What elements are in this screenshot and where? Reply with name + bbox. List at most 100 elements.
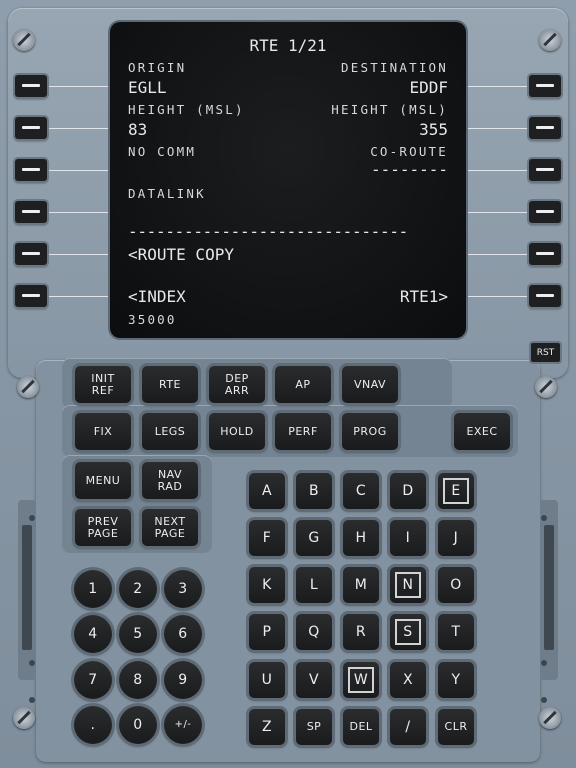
key-f[interactable]: F	[249, 520, 285, 556]
key-label: L	[309, 577, 319, 593]
destination-value: EDDF	[409, 78, 448, 97]
key-e[interactable]: E	[438, 473, 474, 509]
prev-page-key[interactable]: PREV PAGE	[75, 509, 131, 546]
ap-key[interactable]: AP	[275, 366, 331, 403]
key-label: CLR	[444, 720, 468, 733]
rte1-prompt: RTE1>	[399, 287, 448, 306]
key-w[interactable]: W	[343, 662, 379, 698]
lsk-connector-line	[48, 86, 108, 87]
key-i[interactable]: I	[390, 520, 426, 556]
key-sp[interactable]: SP	[296, 709, 332, 745]
key-num-7[interactable]: 7	[74, 661, 112, 699]
key-num-2[interactable]: 2	[119, 570, 157, 608]
lsk-connector-line	[468, 254, 528, 255]
lsk-right-3[interactable]	[529, 159, 561, 181]
key-num-5[interactable]: 5	[119, 615, 157, 653]
key-j[interactable]: J	[438, 520, 474, 556]
left-light-slot	[22, 525, 32, 650]
exec-key[interactable]: EXEC	[454, 413, 510, 450]
lsk-connector-line	[468, 212, 528, 213]
lsk-connector-line	[468, 170, 528, 171]
key-z[interactable]: Z	[249, 709, 285, 745]
key-num-8[interactable]: 8	[119, 661, 157, 699]
key-o[interactable]: O	[438, 567, 474, 603]
key-num-4[interactable]: 4	[74, 615, 112, 653]
lsk-connector-line	[468, 128, 528, 129]
indicator-dot	[541, 515, 547, 521]
key-a[interactable]: A	[249, 473, 285, 509]
lsk-connector-line	[48, 296, 108, 297]
key-slash[interactable]: /	[390, 709, 426, 745]
key-h[interactable]: H	[343, 520, 379, 556]
key-b[interactable]: B	[296, 473, 332, 509]
key-n[interactable]: N	[390, 567, 426, 603]
lsk-left-1[interactable]	[15, 75, 47, 97]
init-ref-key[interactable]: INIT REF	[75, 366, 131, 403]
lsk-connector-line	[48, 212, 108, 213]
key-num-dot[interactable]: .	[74, 706, 112, 744]
lsk-right-1[interactable]	[529, 75, 561, 97]
key-y[interactable]: Y	[438, 662, 474, 698]
vnav-key[interactable]: VNAV	[342, 366, 398, 403]
key-num-9[interactable]: 9	[164, 661, 202, 699]
key-r[interactable]: R	[343, 614, 379, 650]
key-num-3[interactable]: 3	[164, 570, 202, 608]
key-num-0[interactable]: 0	[119, 706, 157, 744]
lsk-left-2[interactable]	[15, 117, 47, 139]
lsk-left-5[interactable]	[15, 243, 47, 265]
dep-arr-key[interactable]: DEP ARR	[209, 366, 265, 403]
key-label: V	[308, 672, 320, 688]
key-clr[interactable]: CLR	[438, 709, 474, 745]
key-x[interactable]: X	[390, 662, 426, 698]
menu-key[interactable]: MENU	[75, 462, 131, 499]
lsk-left-4[interactable]	[15, 201, 47, 223]
prog-key[interactable]: PROG	[342, 413, 398, 450]
key-p[interactable]: P	[249, 614, 285, 650]
key-label: T	[451, 624, 461, 640]
legs-key[interactable]: LEGS	[142, 413, 198, 450]
key-num-plus-minus[interactable]: +/-	[164, 706, 202, 744]
lsk-right-4[interactable]	[529, 201, 561, 223]
key-g[interactable]: G	[296, 520, 332, 556]
lsk-connector-line	[468, 296, 528, 297]
key-c[interactable]: C	[343, 473, 379, 509]
key-t[interactable]: T	[438, 614, 474, 650]
lsk-right-5[interactable]	[529, 243, 561, 265]
nav-rad-key[interactable]: NAV RAD	[142, 462, 198, 499]
key-label: C	[355, 483, 367, 499]
next-page-key[interactable]: NEXT PAGE	[142, 509, 198, 546]
lsk-right-6[interactable]	[529, 285, 561, 307]
lsk-left-6[interactable]	[15, 285, 47, 307]
key-l[interactable]: L	[296, 567, 332, 603]
lsk-left-3[interactable]	[15, 159, 47, 181]
key-q[interactable]: Q	[296, 614, 332, 650]
key-u[interactable]: U	[249, 662, 285, 698]
key-num-6[interactable]: 6	[164, 615, 202, 653]
hold-key[interactable]: HOLD	[209, 413, 265, 450]
lsk-right-2[interactable]	[529, 117, 561, 139]
indicator-dot	[541, 660, 547, 666]
indicator-dot	[541, 697, 547, 703]
fix-key[interactable]: FIX	[75, 413, 131, 450]
rst-button[interactable]: RST	[531, 343, 560, 362]
key-num-1[interactable]: 1	[74, 570, 112, 608]
scratchpad: 35000	[128, 312, 177, 327]
key-label: R	[355, 624, 367, 640]
rte-key[interactable]: RTE	[142, 366, 198, 403]
key-m[interactable]: M	[343, 567, 379, 603]
key-label: Z	[261, 719, 273, 735]
destination-label: DESTINATION	[341, 60, 448, 75]
indicator-dot	[29, 697, 35, 703]
key-v[interactable]: V	[296, 662, 332, 698]
key-label: H	[355, 530, 367, 546]
key-s[interactable]: S	[390, 614, 426, 650]
lsk-connector-line	[48, 170, 108, 171]
key-k[interactable]: K	[249, 567, 285, 603]
key-label: S	[395, 619, 421, 645]
page-title: RTE 1/21	[249, 36, 327, 55]
destination-height-label: HEIGHT (MSL)	[331, 102, 448, 117]
perf-key[interactable]: PERF	[275, 413, 331, 450]
key-d[interactable]: D	[390, 473, 426, 509]
key-del[interactable]: DEL	[343, 709, 379, 745]
destination-height-value: 355	[419, 120, 448, 139]
